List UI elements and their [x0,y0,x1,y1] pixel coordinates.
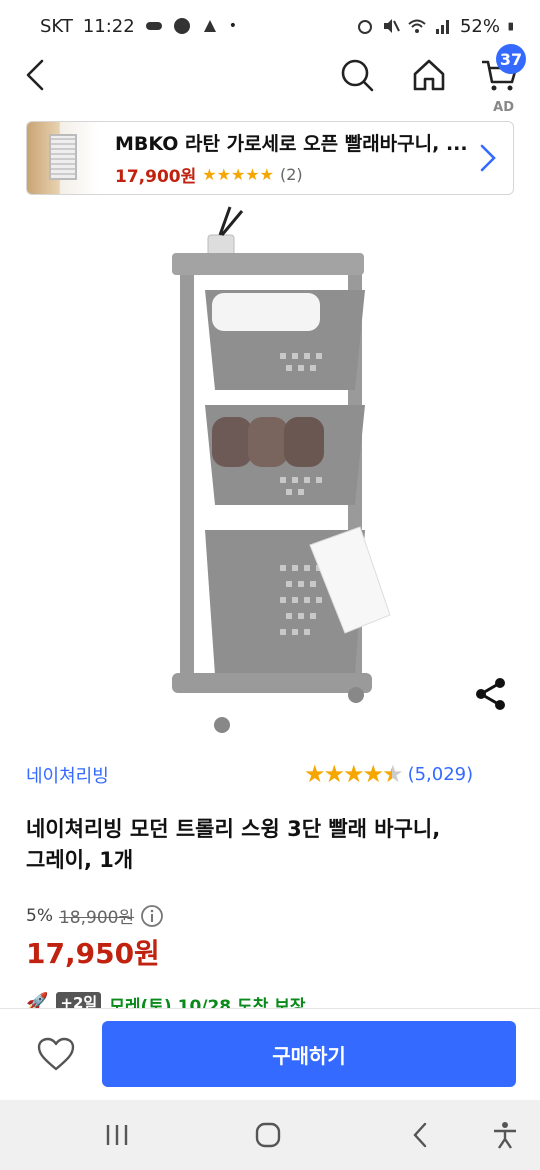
recent-apps-icon[interactable] [102,1120,132,1150]
wifi-icon [408,19,426,33]
clock: 11:22 [82,15,135,37]
alarm-icon [357,20,372,34]
battery-icon [508,22,513,31]
original-price: 18,900원 [58,908,135,928]
status-bar: SKT 11:22 • 52% [0,0,540,52]
buy-button[interactable]: 구매하기 [102,1021,516,1087]
home-icon[interactable] [410,56,448,94]
product-name: 네이쳐리빙 모던 트롤리 스윙 3단 빨래 바구니, 그레이, 1개 [26,817,441,872]
review-count: (5,029) [407,763,474,785]
ad-label: AD [493,100,514,115]
ad-thumbnail [27,122,99,194]
top-nav: 37 [0,44,540,98]
brand-link[interactable]: 네이쳐리빙 [26,762,109,788]
rating-stars: ★★★★★ [304,760,404,788]
ad-price: 17,900원 [115,167,197,187]
ad-review-count: (2) [279,165,303,184]
signal-icon [435,20,449,34]
heart-icon[interactable] [36,1035,76,1075]
dot-icon: • [228,18,237,34]
ad-banner[interactable]: MBKO 라탄 가로세로 오픈 빨래바구니, ... 17,900원 ★★★★★… [26,121,514,195]
rating[interactable]: ★★★★★ (5,029) [304,760,473,788]
lock-icon [173,18,190,34]
cart-count-badge: 37 [496,44,526,74]
ad-stars: ★★★★★ [202,165,274,184]
share-icon[interactable] [474,676,508,712]
chevron-right-icon [480,144,496,172]
notification-icon [203,20,216,32]
info-icon[interactable] [140,904,164,928]
battery-level: 52% [459,15,500,37]
ad-title: MBKO 라탄 가로세로 오픈 빨래바구니, ... [115,133,468,155]
accessibility-icon[interactable] [490,1120,520,1150]
product-image[interactable] [150,205,400,740]
system-nav-bar [0,1100,540,1170]
back-nav-icon[interactable] [406,1120,436,1150]
carrier: SKT [40,15,73,37]
basket-image [49,134,77,180]
pill-icon [145,22,162,30]
cart-button[interactable]: 37 [480,44,526,94]
action-bar: 구매하기 [0,1008,540,1100]
back-arrow-icon[interactable] [22,56,52,94]
final-price: 17,950원 [26,937,160,970]
discount-row: 5% 18,900원 [26,903,164,928]
discount-rate: 5% [26,905,53,926]
mute-icon [383,19,400,33]
home-nav-icon[interactable] [253,1120,283,1150]
search-icon[interactable] [338,56,376,94]
